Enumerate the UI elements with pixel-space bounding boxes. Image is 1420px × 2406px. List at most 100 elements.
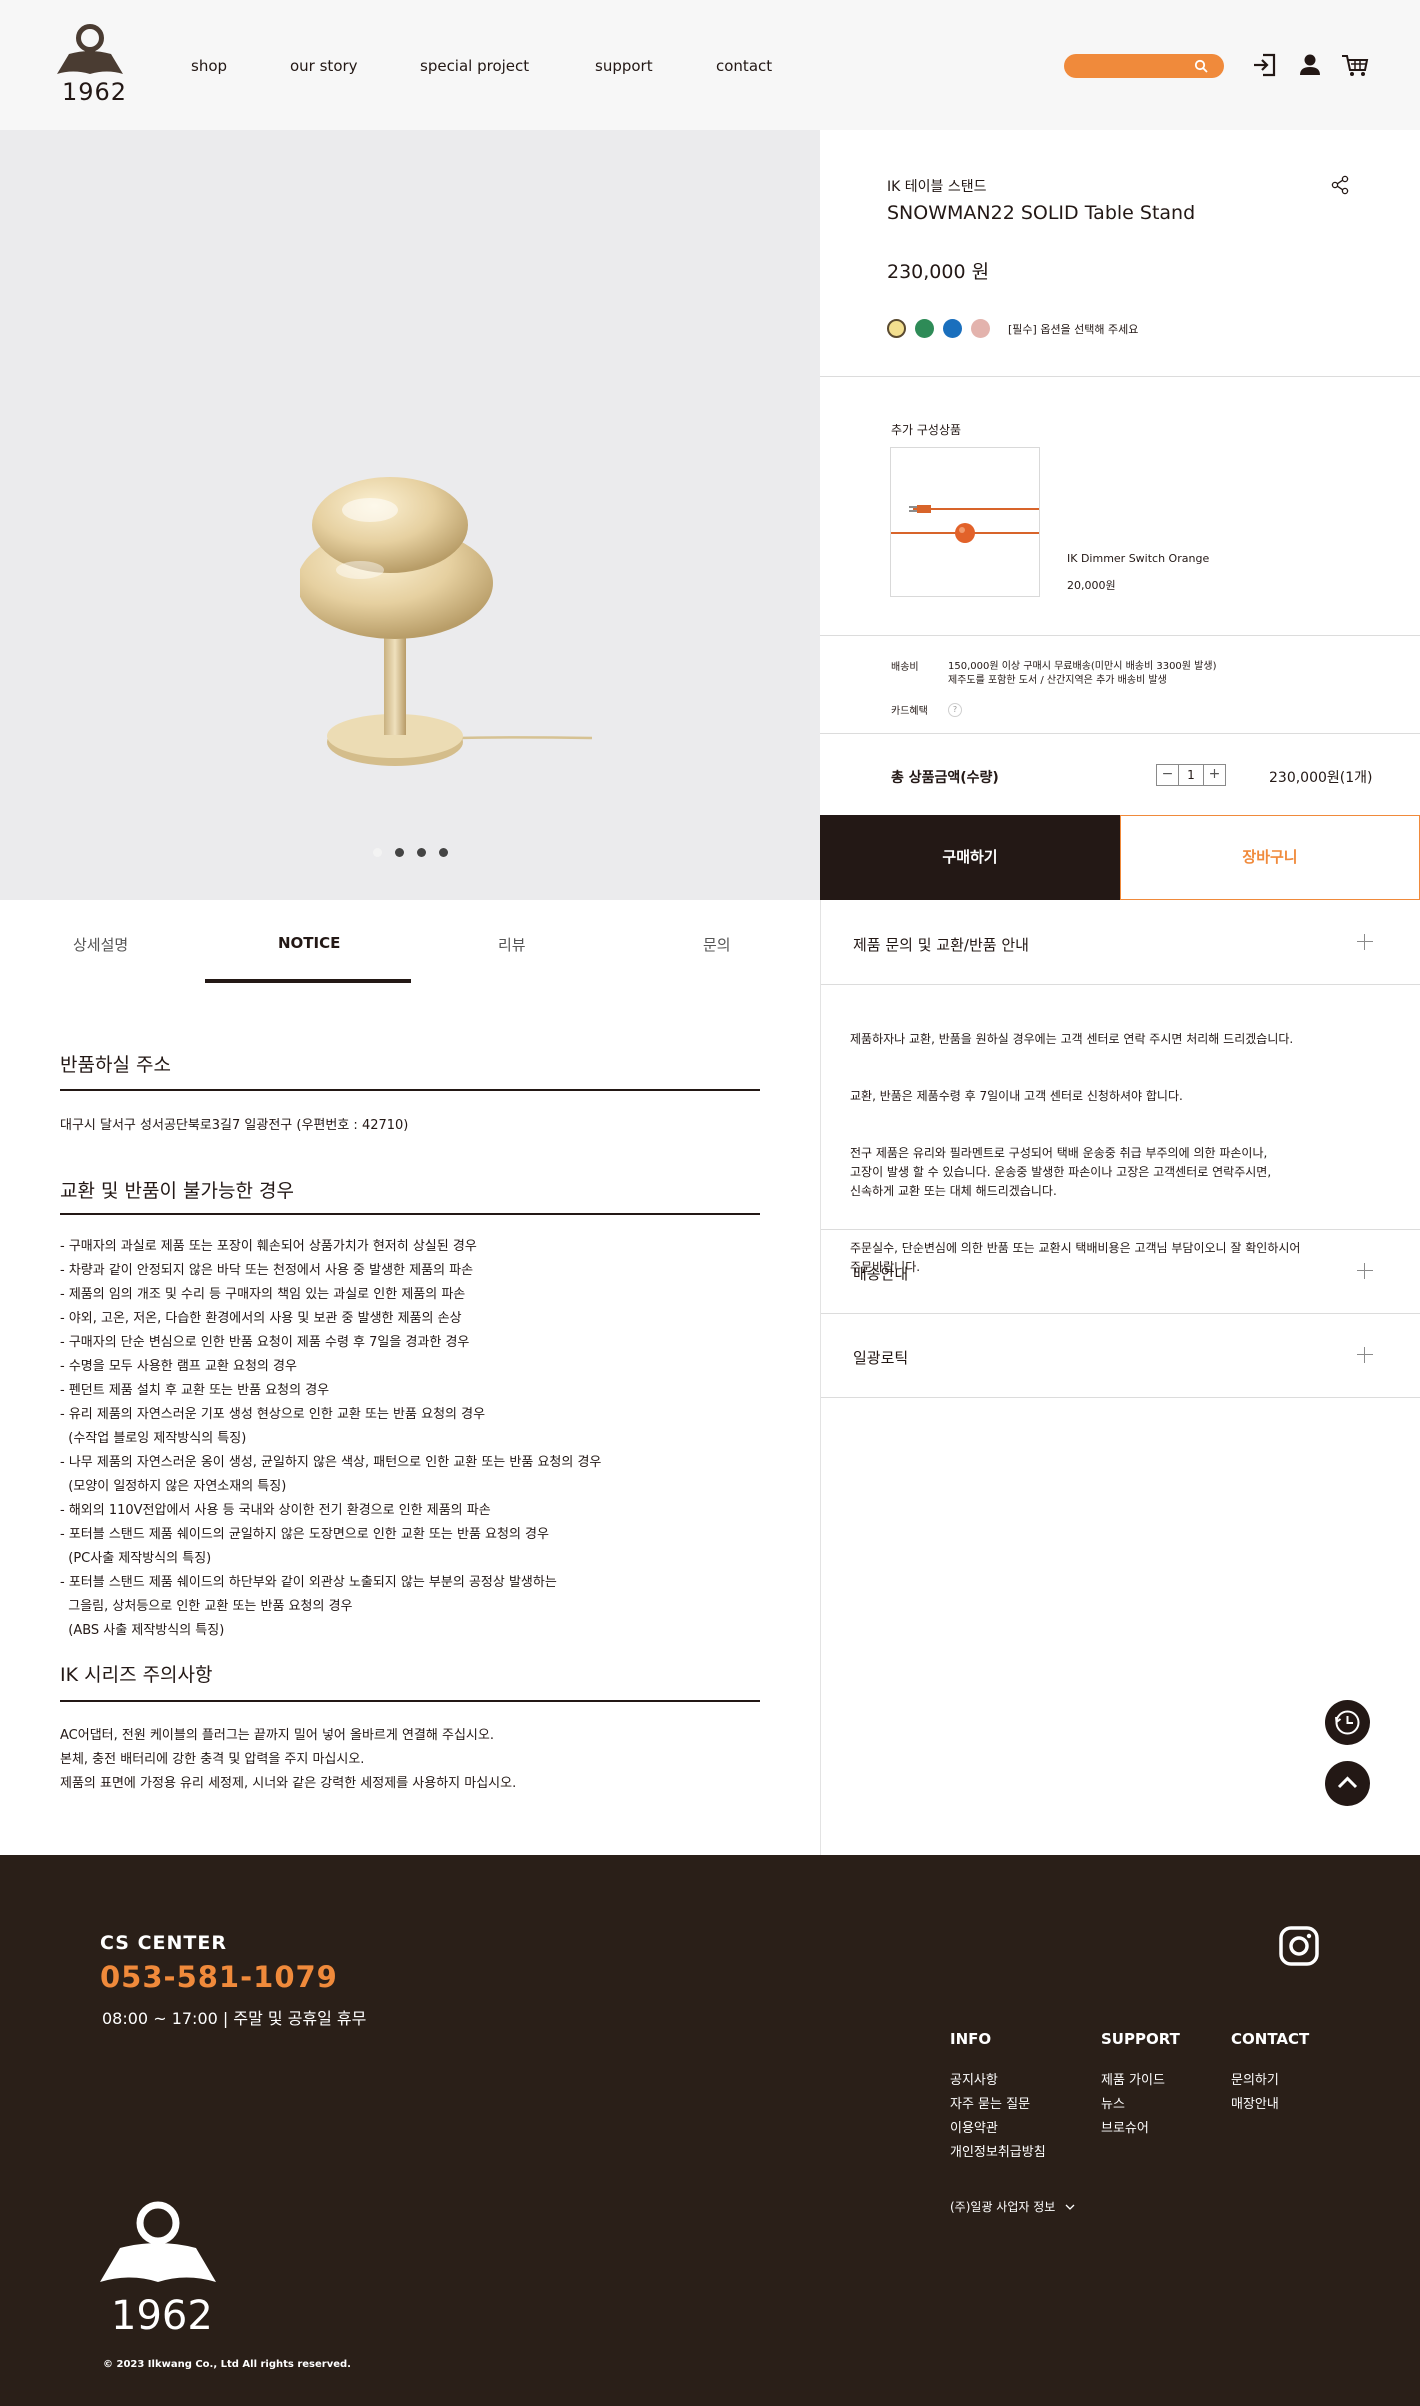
- section-rule: [60, 1213, 760, 1215]
- divider: [820, 376, 1420, 377]
- nav-shop[interactable]: shop: [191, 57, 227, 75]
- return-address-title: 반품하실 주소: [60, 1054, 171, 1076]
- quantity-increase-button[interactable]: +: [1203, 764, 1226, 786]
- footer-link-stores[interactable]: 매장안내: [1231, 2093, 1279, 2112]
- login-icon[interactable]: [1250, 50, 1280, 80]
- list-item: 본체, 충전 배터리에 강한 충격 및 압력을 주지 마십시오.: [60, 1752, 365, 1767]
- footer-link-inquiry[interactable]: 문의하기: [1231, 2069, 1279, 2088]
- footer-link-news[interactable]: 뉴스: [1101, 2093, 1125, 2112]
- tab-details[interactable]: 상세설명: [73, 934, 128, 955]
- recent-history-button[interactable]: [1325, 1700, 1370, 1745]
- section-rule: [60, 1089, 760, 1091]
- cs-center-title: CS CENTER: [100, 1932, 227, 1954]
- quantity-stepper: − 1 +: [1156, 764, 1226, 786]
- addon-product-card[interactable]: [890, 447, 1040, 597]
- option-hint: [필수] 옵션을 선택해 주세요: [1008, 323, 1139, 336]
- product-category: IK 테이블 스탠드: [887, 179, 987, 195]
- divider: [820, 1229, 1420, 1230]
- inquiry-paragraph: 주문실수, 단순변심에 의한 반품 또는 교환시 택배비용은 고객님 부담이오니…: [850, 1241, 1301, 1274]
- cart-icon[interactable]: [1340, 50, 1370, 80]
- list-item: - 유리 제품의 자연스러운 기포 생성 현상으로 인한 교환 또는 반품 요청…: [60, 1407, 486, 1422]
- carousel-dot[interactable]: [395, 848, 404, 857]
- quantity-input[interactable]: 1: [1179, 764, 1203, 786]
- accordion-inquiry-title[interactable]: 제품 문의 및 교환/반품 안내: [853, 934, 1029, 955]
- list-item: - 수명을 모두 사용한 램프 교환 요청의 경우: [60, 1359, 297, 1374]
- divider: [820, 1397, 1420, 1398]
- list-item: 제품의 표면에 가정용 유리 세정제, 시너와 같은 강력한 세정제를 사용하지…: [60, 1776, 517, 1791]
- share-icon[interactable]: [1331, 175, 1349, 195]
- nav-our-story[interactable]: our story: [290, 57, 358, 75]
- accordion-brand-title[interactable]: 일광로틱: [853, 1347, 908, 1368]
- footer-link-guide[interactable]: 제품 가이드: [1101, 2069, 1165, 2088]
- cs-phone-number[interactable]: 053-581-1079: [100, 1960, 338, 1994]
- brand-logo-text[interactable]: 1962: [62, 78, 127, 106]
- search-icon[interactable]: [1194, 59, 1208, 73]
- inquiry-paragraph: 전구 제품은 유리와 필라멘트로 구성되어 택배 운송중 취급 부주의에 의한 …: [850, 1146, 1272, 1198]
- divider: [820, 1313, 1420, 1314]
- add-to-cart-button[interactable]: 장바구니: [1120, 815, 1420, 900]
- color-swatch-pink[interactable]: [971, 319, 990, 338]
- business-info-label: (주)일광 사업자 정보: [950, 2200, 1056, 2214]
- nav-special-project[interactable]: special project: [420, 57, 529, 75]
- tab-notice[interactable]: NOTICE: [278, 934, 340, 952]
- return-address: 대구시 달서구 성서공단북로3길7 일광전구 (우편번호 : 42710): [60, 1118, 409, 1133]
- instagram-icon[interactable]: [1278, 1925, 1320, 1967]
- color-swatch-yellow[interactable]: [887, 319, 906, 338]
- expand-plus-icon[interactable]: [1357, 1263, 1373, 1279]
- nav-contact[interactable]: contact: [716, 57, 772, 75]
- quantity-decrease-button[interactable]: −: [1156, 764, 1179, 786]
- column-divider: [820, 900, 821, 1855]
- color-swatch-blue[interactable]: [943, 319, 962, 338]
- tab-reviews[interactable]: 리뷰: [498, 934, 526, 955]
- carousel-dot[interactable]: [439, 848, 448, 857]
- nav-support[interactable]: support: [595, 57, 653, 75]
- shipping-label: 배송비: [891, 662, 919, 673]
- footer-link-faq[interactable]: 자주 묻는 질문: [950, 2093, 1030, 2112]
- expand-plus-icon[interactable]: [1357, 1347, 1373, 1363]
- inquiry-paragraph: 교환, 반품은 제품수령 후 7일이내 고객 센터로 신청하셔야 합니다.: [850, 1089, 1183, 1103]
- search-input[interactable]: [1064, 54, 1224, 78]
- scroll-to-top-button[interactable]: [1325, 1761, 1370, 1806]
- no-return-title: 교환 및 반품이 불가능한 경우: [60, 1180, 294, 1202]
- inquiry-paragraph: 제품하자나 교환, 반품을 원하실 경우에는 고객 센터로 연락 주시면 처리해…: [850, 1032, 1294, 1046]
- footer-link-notice[interactable]: 공지사항: [950, 2069, 998, 2088]
- list-item: - 펜던트 제품 설치 후 교환 또는 반품 요청의 경우: [60, 1383, 330, 1398]
- addon-section-title: 추가 구성상품: [891, 423, 962, 437]
- expand-plus-icon[interactable]: [1357, 934, 1373, 950]
- footer-support-title: SUPPORT: [1101, 2030, 1180, 2048]
- section-rule: [60, 1700, 760, 1702]
- total-amount-label: 총 상품금액(수량): [891, 770, 999, 786]
- addon-product-name[interactable]: IK Dimmer Switch Orange: [1067, 552, 1209, 565]
- accordion-shipping-title[interactable]: 배송안내: [853, 1263, 908, 1284]
- list-item: - 야외, 고온, 저온, 다습한 환경에서의 사용 및 보관 중 발생한 제품…: [60, 1311, 462, 1326]
- chevron-down-icon: [1065, 2204, 1075, 2210]
- list-item: - 구매자의 과실로 제품 또는 포장이 훼손되어 상품가치가 현저히 상실된 …: [60, 1239, 477, 1254]
- product-price: 230,000 원: [887, 261, 990, 283]
- list-item: - 나무 제품의 자연스러운 옹이 생성, 균일하지 않은 색상, 패턴으로 인…: [60, 1455, 602, 1470]
- help-icon[interactable]: ?: [948, 703, 962, 717]
- footer-link-brochure[interactable]: 브로슈어: [1101, 2117, 1149, 2136]
- buy-now-button[interactable]: 구매하기: [820, 815, 1120, 900]
- user-icon[interactable]: [1295, 50, 1325, 80]
- list-item: - 구매자의 단순 변심으로 인한 반품 요청이 제품 수령 후 7일을 경과한…: [60, 1335, 470, 1350]
- addon-product-price: 20,000원: [1067, 579, 1116, 592]
- list-item: (PC사출 제작방식의 특징): [60, 1551, 212, 1566]
- footer-link-privacy[interactable]: 개인정보취급방침: [950, 2141, 1046, 2160]
- divider: [820, 635, 1420, 636]
- footer-logo-text: 1962: [111, 2293, 213, 2339]
- accordion-inquiry-body: 제품하자나 교환, 반품을 원하실 경우에는 고객 센터로 연락 주시면 처리해…: [850, 1011, 1350, 1315]
- divider: [820, 733, 1420, 734]
- tab-inquiry[interactable]: 문의: [703, 934, 731, 955]
- product-image-gallery[interactable]: [0, 130, 820, 900]
- color-swatch-green[interactable]: [915, 319, 934, 338]
- product-name: SNOWMAN22 SOLID Table Stand: [887, 202, 1196, 224]
- list-item: 그을림, 상처등으로 인한 교환 또는 반품 요청의 경우: [60, 1599, 353, 1614]
- site-header: 1962 shop our story special project supp…: [0, 0, 1420, 130]
- footer-link-terms[interactable]: 이용약관: [950, 2117, 998, 2136]
- business-info-toggle[interactable]: (주)일광 사업자 정보: [950, 2198, 1075, 2215]
- carousel-dot[interactable]: [373, 848, 382, 857]
- list-item: (모양이 일정하지 않은 자연소재의 특징): [60, 1479, 287, 1494]
- list-item: AC어댑터, 전원 케이블의 플러그는 끝까지 밀어 넣어 올바르게 연결해 주…: [60, 1728, 494, 1743]
- product-lamp-image: [300, 477, 593, 766]
- carousel-dot[interactable]: [417, 848, 426, 857]
